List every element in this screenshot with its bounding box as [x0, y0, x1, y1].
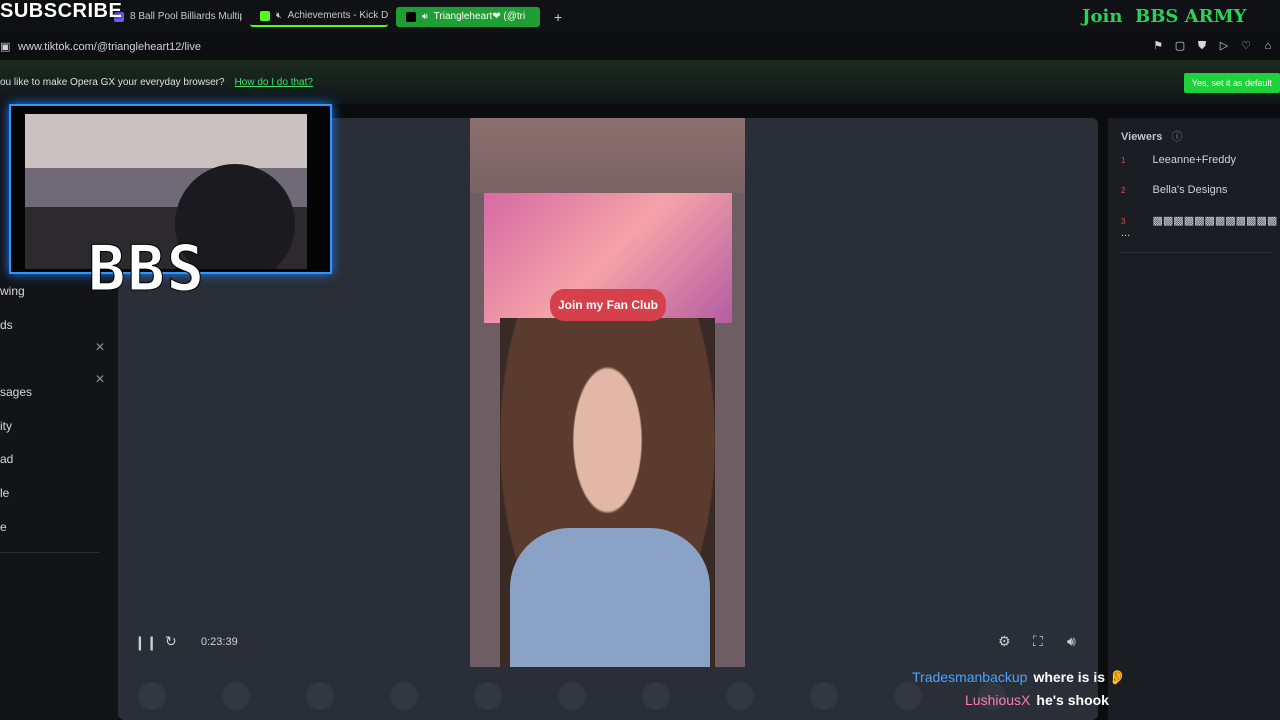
gift-icon[interactable]	[138, 682, 166, 710]
player-controls: ❙❙ ↻ 0:23:39 ⚙ ⛶ 🔊︎	[118, 632, 1098, 656]
sidebar-item-following[interactable]: wing	[0, 284, 25, 298]
volume-icon[interactable]: 🔊︎	[1067, 633, 1076, 650]
sidebar-item-more[interactable]: e	[0, 520, 7, 534]
sidebar-item-activity[interactable]: ity	[0, 419, 12, 433]
url-text[interactable]: www.tiktok.com/@triangleheart12/live	[18, 41, 201, 53]
viewer-row[interactable]: 1 Leeanne+Freddy	[1121, 154, 1236, 166]
default-browser-prompt: ou like to make Opera GX your everyday b…	[0, 60, 1280, 104]
bbs-army-overlay: BBS ARMY	[1135, 6, 1247, 27]
snapshot-icon[interactable]: ▢	[1174, 40, 1186, 52]
viewer-rank: 1	[1121, 156, 1126, 165]
address-bar-icons: ⚑ ▢ ⛊ ▷ ♡ ⌂	[1152, 40, 1274, 52]
gift-icon[interactable]	[222, 682, 250, 710]
viewer-rank: 3	[1121, 217, 1126, 226]
chat-username: Tradesmanbackup	[912, 669, 1028, 685]
tiktok-favicon-icon	[406, 11, 416, 22]
pin-icon[interactable]: ⚑	[1152, 40, 1164, 52]
chat-message: Tradesmanbackup where is is 👂	[912, 669, 1126, 686]
shield-icon[interactable]: ⛊	[1196, 40, 1208, 52]
gift-icon[interactable]	[894, 682, 922, 710]
site-info-icon[interactable]: ▣	[0, 40, 10, 53]
sidebar-item-friends[interactable]: ds	[0, 318, 13, 332]
close-icon[interactable]: ✕	[95, 372, 105, 386]
sidebar-item-messages[interactable]: sages	[0, 385, 32, 399]
screen: 8 Ball Pool Billiards Multip 🔇︎ Achievem…	[0, 0, 1280, 720]
gift-icon[interactable]	[642, 682, 670, 710]
gift-icon[interactable]	[390, 682, 418, 710]
close-icon[interactable]: ✕	[95, 340, 105, 354]
pause-icon[interactable]: ❙❙	[134, 634, 157, 651]
viewers-title: Viewers ⓘ	[1121, 128, 1182, 144]
viewer-name: Leeanne+Freddy	[1152, 154, 1236, 166]
new-tab-button[interactable]: +	[548, 9, 568, 25]
viewers-divider	[1121, 252, 1271, 253]
chat-username: LushiousX	[965, 692, 1031, 708]
gift-icon[interactable]	[558, 682, 586, 710]
kick-favicon-icon	[260, 10, 270, 21]
video-background	[470, 118, 745, 193]
live-video[interactable]	[470, 118, 745, 667]
sidebar-divider	[0, 552, 100, 553]
tab-label: 8 Ball Pool Billiards Multip	[130, 11, 242, 22]
join-overlay: Join	[1082, 6, 1123, 27]
mute-icon[interactable]: 🔇︎	[276, 10, 282, 21]
refresh-icon[interactable]: ↻	[165, 633, 177, 650]
settings-icon[interactable]: ⚙	[998, 633, 1011, 650]
viewers-panel: Viewers ⓘ 1 Leeanne+Freddy 2 Bella's Des…	[1108, 118, 1280, 720]
viewers-title-text: Viewers	[1121, 131, 1163, 143]
set-default-button[interactable]: Yes, set it as default	[1183, 73, 1280, 93]
tab-8ball[interactable]: 8 Ball Pool Billiards Multip	[104, 7, 242, 27]
viewer-rank: 2	[1121, 186, 1126, 195]
fan-club-button[interactable]: Join my Fan Club	[550, 289, 666, 321]
address-bar[interactable]: ▣ www.tiktok.com/@triangleheart12/live ⚑…	[0, 33, 1280, 60]
gift-icon[interactable]	[726, 682, 754, 710]
tab-label: Triangleheart❤ (@tri	[433, 11, 526, 22]
account-icon[interactable]: ⌂	[1262, 40, 1274, 52]
sidebar-item-profile[interactable]: le	[0, 486, 9, 500]
tab-tiktok[interactable]: 🔊︎ Triangleheart❤ (@tri	[396, 6, 540, 27]
heart-icon[interactable]: ♡	[1240, 40, 1252, 52]
gift-icon[interactable]	[474, 682, 502, 710]
viewer-row[interactable]: 2 Bella's Designs	[1121, 184, 1227, 196]
chat-message: LushiousX he's shook	[965, 692, 1109, 708]
viewer-row[interactable]: 3 ▩▩▩▩▩▩▩▩▩▩▩▩ ...	[1121, 214, 1280, 239]
info-icon[interactable]: ⓘ	[1171, 131, 1182, 143]
gift-icon[interactable]	[810, 682, 838, 710]
stream-time: 0:23:39	[201, 636, 238, 648]
bbs-logo: BBS	[88, 232, 206, 306]
tab-label: Achievements - Kick D	[287, 10, 388, 21]
gift-icon[interactable]	[306, 682, 334, 710]
viewer-name: Bella's Designs	[1152, 184, 1228, 196]
play-icon[interactable]: ▷	[1218, 40, 1230, 52]
prompt-text: ou like to make Opera GX your everyday b…	[0, 76, 225, 88]
tab-kick[interactable]: 🔇︎ Achievements - Kick D	[250, 7, 388, 27]
viewer-name: ▩▩▩▩▩▩▩▩▩▩▩▩ ...	[1121, 215, 1278, 239]
subscribe-overlay: SUBSCRIBE	[0, 0, 123, 22]
fullscreen-icon[interactable]: ⛶	[1033, 633, 1043, 650]
sound-icon[interactable]: 🔊︎	[422, 11, 428, 22]
chat-text: where is is 👂	[1033, 669, 1127, 685]
sidebar-item-upload[interactable]: ad	[0, 452, 13, 466]
chat-text: he's shook	[1036, 692, 1109, 708]
prompt-link[interactable]: How do I do that?	[235, 77, 313, 88]
